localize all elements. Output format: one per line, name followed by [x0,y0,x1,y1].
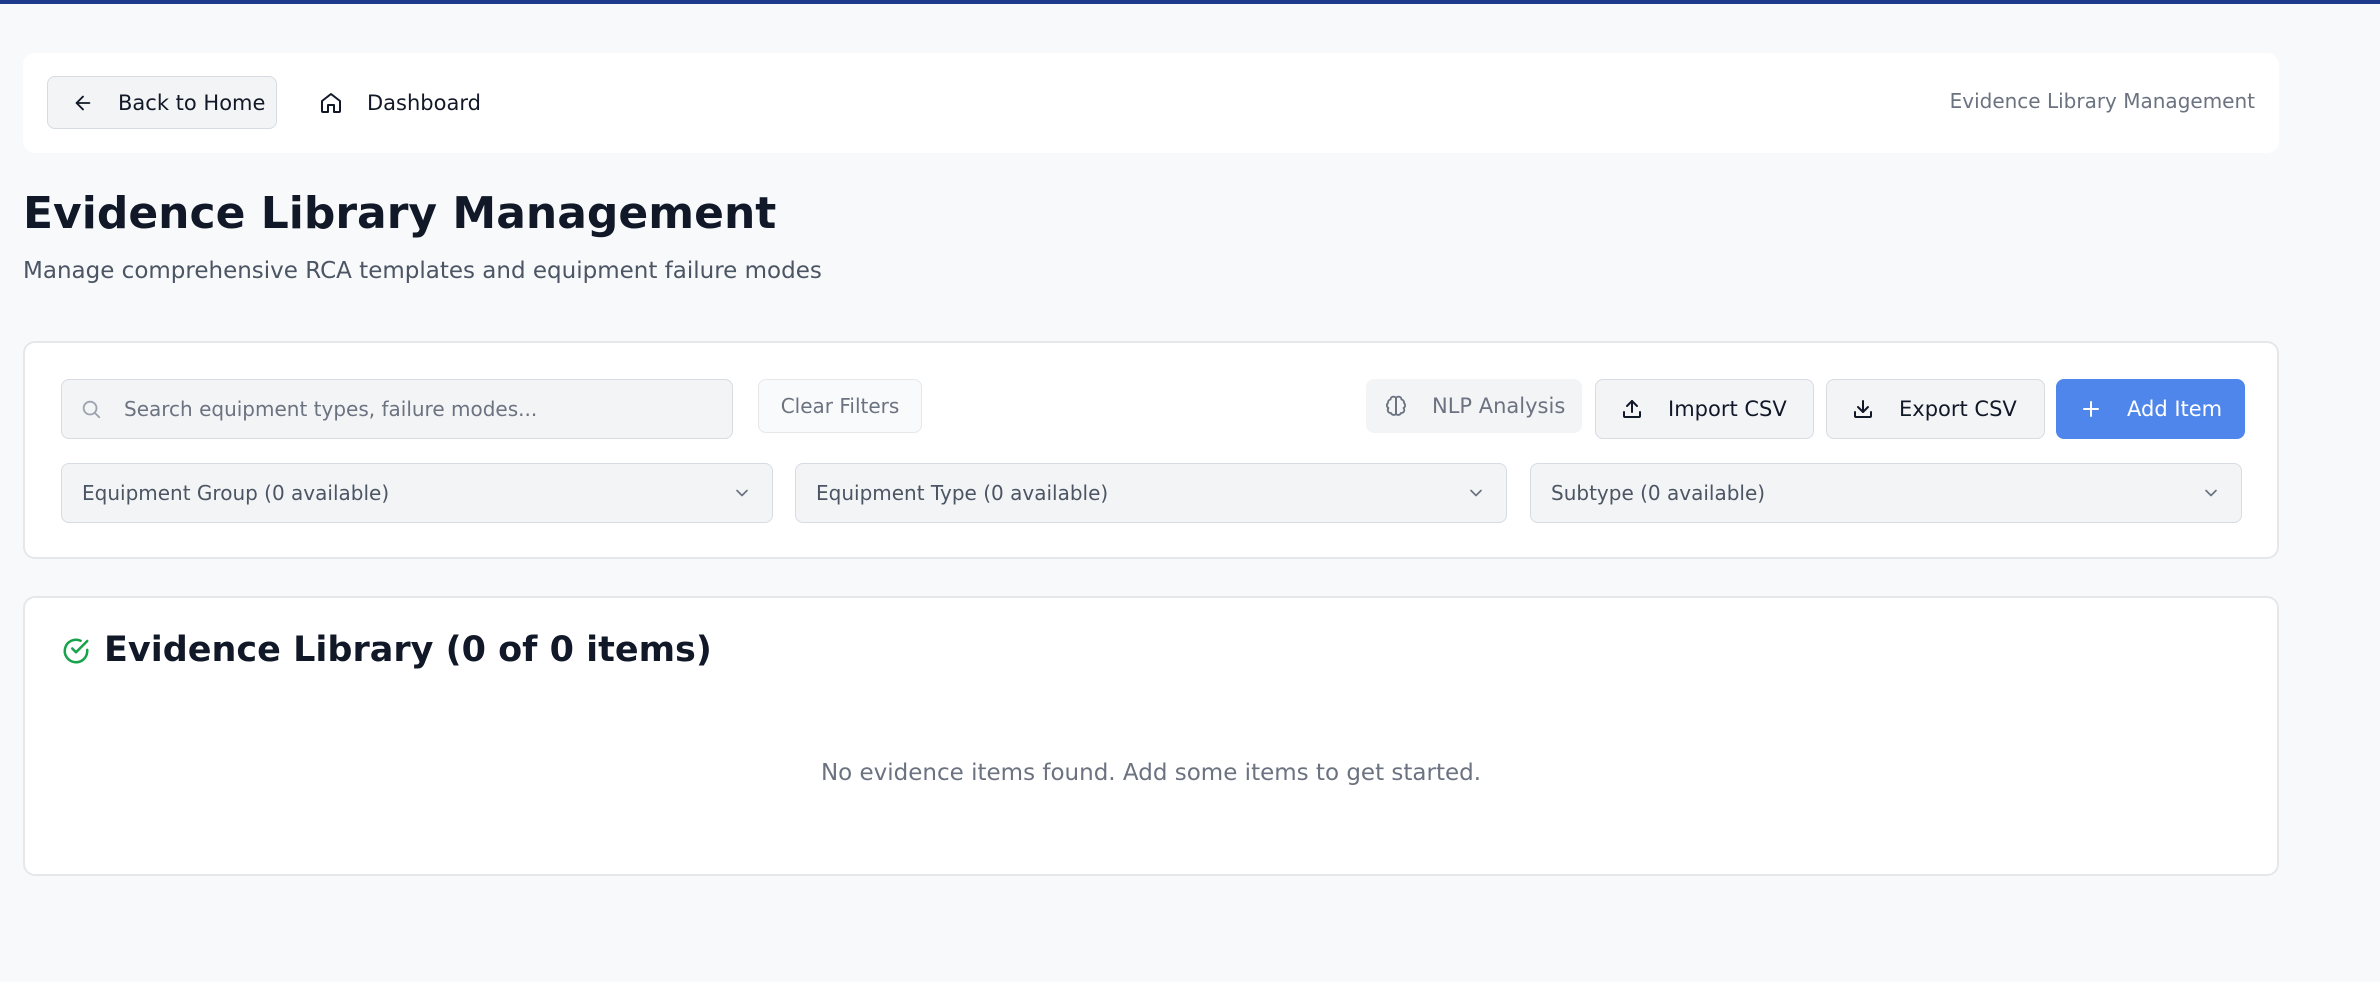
import-csv-label: Import CSV [1668,397,1787,421]
equipment-type-select[interactable]: Equipment Type (0 available) [795,463,1507,523]
header-page-name: Evidence Library Management [1949,89,2255,113]
page-title: Evidence Library Management [23,188,777,239]
brain-icon [1384,394,1408,418]
equipment-group-value: Equipment Group (0 available) [82,481,390,505]
plus-icon [2079,397,2103,421]
header-bar: Back to Home Dashboard Evidence Library … [23,53,2279,153]
back-to-home-button[interactable]: Back to Home [47,76,277,129]
check-circle-icon [61,636,91,666]
evidence-library-panel: Evidence Library (0 of 0 items) No evide… [23,596,2279,876]
chevron-down-icon [732,483,752,503]
add-item-label: Add Item [2127,397,2223,421]
nlp-analysis-label: NLP Analysis [1432,394,1566,418]
evidence-library-title: Evidence Library (0 of 0 items) [104,630,712,670]
filter-panel: Clear Filters NLP Analysis Import CSV Ex… [23,341,2279,559]
download-icon [1851,397,1875,421]
equipment-type-value: Equipment Type (0 available) [816,481,1109,505]
dashboard-label: Dashboard [367,90,481,115]
top-accent-bar [0,0,2380,4]
arrow-left-icon [72,92,94,114]
nlp-analysis-button[interactable]: NLP Analysis [1366,379,1582,433]
subtype-select[interactable]: Subtype (0 available) [1530,463,2242,523]
back-to-home-label: Back to Home [118,90,266,115]
page-subtitle: Manage comprehensive RCA templates and e… [23,258,822,284]
dashboard-link[interactable]: Dashboard [319,76,481,129]
chevron-down-icon [2201,483,2221,503]
add-item-button[interactable]: Add Item [2056,379,2245,439]
search-input[interactable] [122,396,686,422]
search-field[interactable] [61,379,733,439]
empty-state-message: No evidence items found. Add some items … [820,760,1482,786]
export-csv-label: Export CSV [1899,397,2017,421]
equipment-group-select[interactable]: Equipment Group (0 available) [61,463,773,523]
chevron-down-icon [1466,483,1486,503]
upload-icon [1620,397,1644,421]
home-icon [319,91,343,115]
search-icon [80,398,102,420]
clear-filters-button[interactable]: Clear Filters [758,379,922,433]
export-csv-button[interactable]: Export CSV [1826,379,2045,439]
subtype-value: Subtype (0 available) [1551,481,1766,505]
import-csv-button[interactable]: Import CSV [1595,379,1814,439]
